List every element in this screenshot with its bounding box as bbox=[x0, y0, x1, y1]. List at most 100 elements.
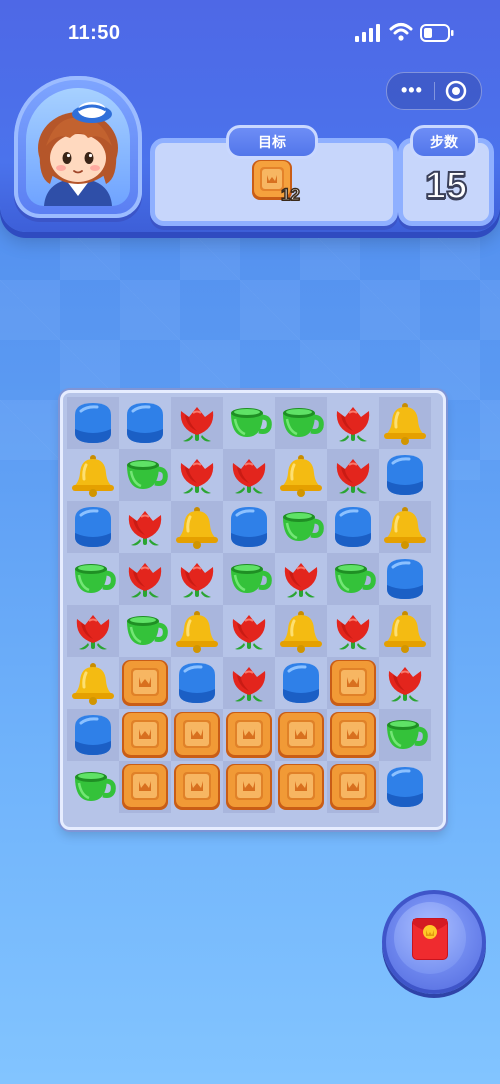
blue-piece[interactable] bbox=[173, 659, 221, 707]
board-cell[interactable] bbox=[171, 709, 223, 761]
board-cell[interactable] bbox=[379, 761, 431, 813]
bell-piece[interactable] bbox=[173, 607, 221, 655]
board-cell[interactable] bbox=[67, 605, 119, 657]
board-cell[interactable] bbox=[275, 553, 327, 605]
board-cell[interactable] bbox=[327, 397, 379, 449]
tulip-piece[interactable] bbox=[329, 607, 377, 655]
board-cell[interactable] bbox=[119, 501, 171, 553]
avatar-frame[interactable] bbox=[14, 76, 142, 218]
board-cell[interactable] bbox=[223, 657, 275, 709]
board-cell[interactable] bbox=[67, 449, 119, 501]
board-cell[interactable] bbox=[275, 709, 327, 761]
tulip-piece[interactable] bbox=[329, 399, 377, 447]
board-cell[interactable] bbox=[275, 397, 327, 449]
crate-block[interactable] bbox=[329, 763, 377, 811]
cup-piece[interactable] bbox=[121, 607, 169, 655]
crate-block[interactable] bbox=[121, 763, 169, 811]
board-cell[interactable] bbox=[275, 605, 327, 657]
board-cell[interactable] bbox=[67, 657, 119, 709]
board-cell[interactable] bbox=[223, 501, 275, 553]
cup-piece[interactable] bbox=[329, 555, 377, 603]
board-cell[interactable] bbox=[327, 605, 379, 657]
board-cell[interactable] bbox=[119, 761, 171, 813]
crate-block[interactable] bbox=[173, 711, 221, 759]
board-cell[interactable] bbox=[171, 397, 223, 449]
board-cell[interactable] bbox=[327, 449, 379, 501]
bell-piece[interactable] bbox=[381, 607, 429, 655]
board-cell[interactable] bbox=[327, 657, 379, 709]
board-cell[interactable] bbox=[223, 605, 275, 657]
board-cell[interactable] bbox=[275, 761, 327, 813]
crate-block[interactable] bbox=[225, 711, 273, 759]
board-cell[interactable] bbox=[119, 553, 171, 605]
board-cell[interactable] bbox=[171, 605, 223, 657]
board-cell[interactable] bbox=[171, 553, 223, 605]
cup-piece[interactable] bbox=[225, 555, 273, 603]
more-button[interactable]: ••• bbox=[401, 80, 423, 101]
board-cell[interactable] bbox=[223, 709, 275, 761]
board-cell[interactable] bbox=[327, 709, 379, 761]
board-cell[interactable] bbox=[67, 553, 119, 605]
board-cell[interactable] bbox=[275, 449, 327, 501]
board-cell[interactable] bbox=[379, 397, 431, 449]
board-cell[interactable] bbox=[171, 657, 223, 709]
board-cell[interactable] bbox=[67, 397, 119, 449]
cup-piece[interactable] bbox=[277, 399, 325, 447]
crate-block[interactable] bbox=[121, 711, 169, 759]
board-cell[interactable] bbox=[67, 501, 119, 553]
board-cell[interactable] bbox=[379, 657, 431, 709]
tulip-piece[interactable] bbox=[69, 607, 117, 655]
tulip-piece[interactable] bbox=[381, 659, 429, 707]
blue-piece[interactable] bbox=[381, 763, 429, 811]
board-cell[interactable] bbox=[119, 397, 171, 449]
crate-block[interactable] bbox=[277, 763, 325, 811]
tulip-piece[interactable] bbox=[121, 503, 169, 551]
tulip-piece[interactable] bbox=[173, 399, 221, 447]
board-cell[interactable] bbox=[119, 605, 171, 657]
board-cell[interactable] bbox=[379, 449, 431, 501]
crate-block[interactable] bbox=[329, 711, 377, 759]
board-cell[interactable] bbox=[379, 501, 431, 553]
bell-piece[interactable] bbox=[381, 503, 429, 551]
board-cell[interactable] bbox=[275, 657, 327, 709]
blue-piece[interactable] bbox=[69, 399, 117, 447]
blue-piece[interactable] bbox=[381, 451, 429, 499]
crate-block[interactable] bbox=[173, 763, 221, 811]
tulip-piece[interactable] bbox=[225, 659, 273, 707]
blue-piece[interactable] bbox=[121, 399, 169, 447]
blue-piece[interactable] bbox=[277, 659, 325, 707]
board-cell[interactable] bbox=[223, 553, 275, 605]
cup-piece[interactable] bbox=[225, 399, 273, 447]
bell-piece[interactable] bbox=[173, 503, 221, 551]
tulip-piece[interactable] bbox=[225, 607, 273, 655]
board-cell[interactable] bbox=[327, 501, 379, 553]
bell-piece[interactable] bbox=[69, 659, 117, 707]
blue-piece[interactable] bbox=[69, 711, 117, 759]
board-cell[interactable] bbox=[275, 501, 327, 553]
crate-block[interactable] bbox=[329, 659, 377, 707]
board-cell[interactable] bbox=[223, 397, 275, 449]
cup-piece[interactable] bbox=[121, 451, 169, 499]
tulip-piece[interactable] bbox=[173, 451, 221, 499]
bell-piece[interactable] bbox=[69, 451, 117, 499]
board-cell[interactable] bbox=[171, 501, 223, 553]
board-cell[interactable] bbox=[223, 761, 275, 813]
board-cell[interactable] bbox=[119, 657, 171, 709]
board-cell[interactable] bbox=[67, 709, 119, 761]
tulip-piece[interactable] bbox=[121, 555, 169, 603]
board-cell[interactable] bbox=[119, 449, 171, 501]
close-target-icon[interactable] bbox=[445, 80, 467, 102]
board-cell[interactable] bbox=[379, 553, 431, 605]
blue-piece[interactable] bbox=[381, 555, 429, 603]
bell-piece[interactable] bbox=[277, 607, 325, 655]
crate-block[interactable] bbox=[277, 711, 325, 759]
tulip-piece[interactable] bbox=[277, 555, 325, 603]
cup-piece[interactable] bbox=[277, 503, 325, 551]
board-cell[interactable] bbox=[327, 553, 379, 605]
board-cell[interactable] bbox=[379, 605, 431, 657]
board-cell[interactable] bbox=[171, 761, 223, 813]
blue-piece[interactable] bbox=[69, 503, 117, 551]
board-cell[interactable] bbox=[119, 709, 171, 761]
bonus-button[interactable] bbox=[382, 890, 486, 994]
tulip-piece[interactable] bbox=[173, 555, 221, 603]
